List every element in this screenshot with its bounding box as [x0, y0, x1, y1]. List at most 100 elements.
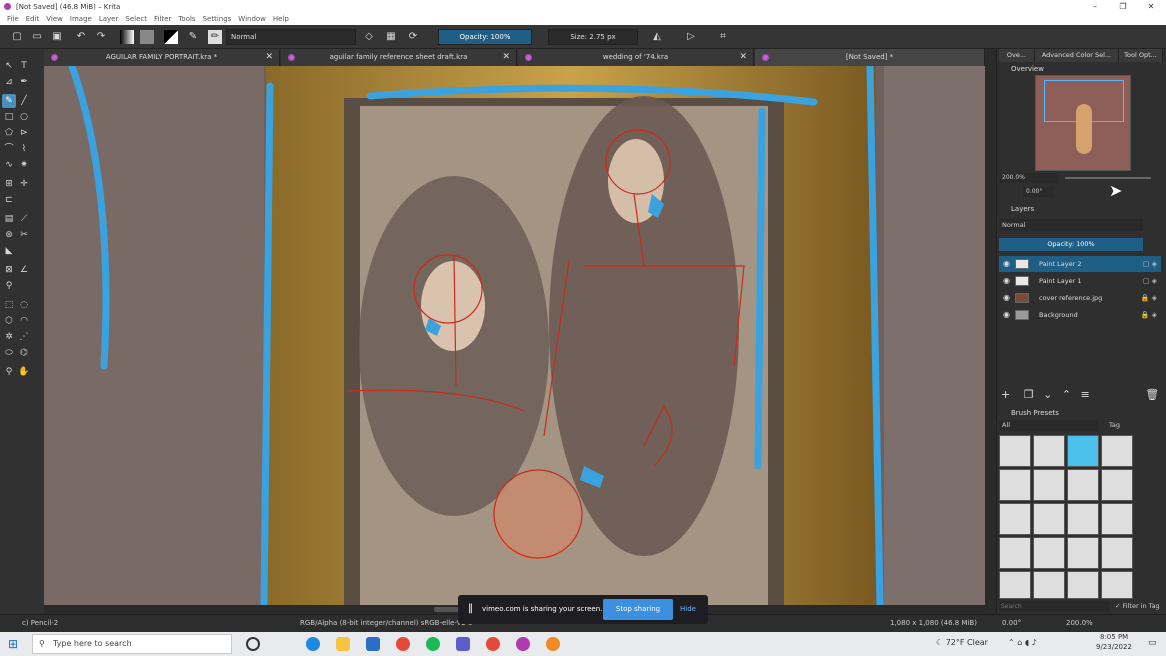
- krita-icon[interactable]: [516, 637, 530, 651]
- wrap-around-icon[interactable]: ⌗: [716, 30, 730, 44]
- menu-help[interactable]: Help: [273, 15, 289, 23]
- polygon-select-icon[interactable]: ⬡: [2, 314, 16, 328]
- close-tab-icon[interactable]: ✕: [502, 49, 510, 66]
- rect-select-icon[interactable]: ⬚: [2, 298, 16, 312]
- minimize-button[interactable]: –: [1080, 0, 1110, 13]
- brush-preset[interactable]: [1033, 537, 1065, 569]
- brush-tag-button[interactable]: Tag: [1109, 420, 1139, 431]
- opacity-slider[interactable]: Opacity: 100%: [438, 29, 532, 45]
- task-view-icon[interactable]: [246, 637, 260, 651]
- menu-edit[interactable]: Edit: [26, 15, 40, 23]
- menu-select[interactable]: Select: [125, 15, 147, 23]
- menu-image[interactable]: Image: [70, 15, 92, 23]
- menu-window[interactable]: Window: [238, 15, 266, 23]
- brush-preset[interactable]: [1101, 435, 1133, 467]
- clock-date[interactable]: 9/23/2022: [1096, 643, 1132, 651]
- layers-opacity-slider[interactable]: Opacity: 100%: [999, 238, 1143, 251]
- clock-time[interactable]: 8:05 PM: [1100, 633, 1128, 641]
- zoom-tool-icon[interactable]: ⚲: [2, 365, 16, 379]
- brush-preset[interactable]: [999, 571, 1031, 599]
- filter-in-tag-checkbox[interactable]: ✓ Filter in Tag: [1115, 602, 1160, 610]
- edge-icon[interactable]: [306, 637, 320, 651]
- visibility-eye-icon[interactable]: ◉: [1003, 307, 1010, 323]
- brush-preset[interactable]: [999, 537, 1031, 569]
- tab-wedding[interactable]: wedding of '74.kra ✕: [518, 49, 754, 66]
- brush-preset[interactable]: [1033, 503, 1065, 535]
- tab-tool-options[interactable]: Tool Opt...: [1119, 49, 1163, 62]
- pan-tool-icon[interactable]: ✋: [17, 365, 31, 379]
- brush-preset[interactable]: [1101, 503, 1133, 535]
- weather-widget[interactable]: ☾ 72°F Clear: [936, 638, 988, 647]
- maximize-button[interactable]: ❐: [1108, 0, 1138, 13]
- brush-preset[interactable]: [1067, 469, 1099, 501]
- polyline-tool-icon[interactable]: ⊳: [17, 126, 31, 140]
- freehand-path-icon[interactable]: ⌇: [17, 142, 31, 156]
- brush-preset[interactable]: [1067, 435, 1099, 467]
- close-tab-icon[interactable]: ✕: [739, 49, 747, 66]
- multibrush-icon[interactable]: ✷: [17, 158, 31, 172]
- magnetic-select-icon[interactable]: ⌬: [17, 346, 31, 360]
- rectangle-tool-icon[interactable]: □: [2, 110, 16, 124]
- eraser-icon[interactable]: ◇: [362, 30, 376, 44]
- ellipse-select-icon[interactable]: ◌: [17, 298, 31, 312]
- blender-icon[interactable]: [546, 637, 560, 651]
- undo-icon[interactable]: ↶: [74, 30, 88, 44]
- color-picker-icon[interactable]: ⟋: [17, 212, 31, 226]
- brush-preset[interactable]: [1101, 469, 1133, 501]
- fg-bg-color-icon[interactable]: [164, 30, 178, 44]
- brush-preset[interactable]: [1067, 503, 1099, 535]
- mirror-vertical-icon[interactable]: ▷: [684, 30, 698, 44]
- contiguous-select-icon[interactable]: ✲: [2, 330, 16, 344]
- layer-flags-icon[interactable]: 🔒 ◈: [1141, 290, 1157, 306]
- redo-icon[interactable]: ↷: [94, 30, 108, 44]
- menu-tools[interactable]: Tools: [178, 15, 195, 23]
- ellipse-tool-icon[interactable]: ○: [17, 110, 31, 124]
- size-slider[interactable]: Size: 2.75 px: [548, 29, 638, 45]
- menu-filter[interactable]: Filter: [154, 15, 171, 23]
- drawing-canvas[interactable]: [44, 66, 985, 605]
- tab-not-saved[interactable]: [Not Saved] *: [755, 49, 985, 66]
- tray-icons[interactable]: ⌃ ⌂ ◖ ♪: [1008, 638, 1037, 647]
- pattern-swatch-icon[interactable]: [140, 30, 154, 44]
- brush-preset[interactable]: [1067, 537, 1099, 569]
- stop-sharing-button[interactable]: Stop sharing: [603, 599, 673, 620]
- tab-reference-sheet[interactable]: aguilar family reference sheet draft.kra…: [281, 49, 517, 66]
- new-document-icon[interactable]: ▢: [10, 30, 24, 44]
- brush-preset[interactable]: [999, 469, 1031, 501]
- layer-row[interactable]: ◉ Paint Layer 1 ▢ ◈: [999, 273, 1161, 289]
- brush-preset[interactable]: [1033, 469, 1065, 501]
- layer-row[interactable]: ◉ Background 🔒 ◈: [999, 307, 1161, 323]
- menu-settings[interactable]: Settings: [203, 15, 232, 23]
- duplicate-layer-icon[interactable]: ❐: [1024, 388, 1034, 401]
- mirror-horizontal-icon[interactable]: ◭: [650, 30, 664, 44]
- layer-flags-icon[interactable]: ▢ ◈: [1143, 273, 1157, 289]
- move-tool-icon[interactable]: ✛: [17, 177, 31, 191]
- brush-editor-icon[interactable]: ✎: [186, 30, 200, 44]
- line-tool-icon[interactable]: ╱: [17, 94, 31, 108]
- polygon-tool-icon[interactable]: ⬠: [2, 126, 16, 140]
- preserve-alpha-icon[interactable]: ▦: [384, 30, 398, 44]
- brush-filter-select[interactable]: All: [999, 420, 1099, 431]
- colorize-mask-icon[interactable]: ⊛: [2, 228, 16, 242]
- edit-shapes-icon[interactable]: ⊿: [2, 75, 16, 89]
- status-rotation[interactable]: 0.00°: [1002, 619, 1021, 627]
- brush-preset[interactable]: [1033, 435, 1065, 467]
- overview-zoom-slider[interactable]: [1065, 177, 1151, 179]
- visibility-eye-icon[interactable]: ◉: [1003, 273, 1010, 289]
- overview-zoom-field[interactable]: 200.0%: [999, 173, 1059, 183]
- calligraphy-icon[interactable]: ✒: [17, 75, 31, 89]
- smart-patch-icon[interactable]: ✂: [17, 228, 31, 242]
- fill-tool-icon[interactable]: ◣: [2, 244, 16, 258]
- brush-preset[interactable]: [1033, 571, 1065, 599]
- visibility-eye-icon[interactable]: ◉: [1003, 290, 1010, 306]
- gradient-swatch-icon[interactable]: [120, 30, 134, 44]
- delete-layer-icon[interactable]: 🗑: [1145, 388, 1159, 401]
- menu-file[interactable]: File: [7, 15, 19, 23]
- spotify-icon[interactable]: [426, 637, 440, 651]
- tab-advanced-color[interactable]: Advanced Color Sel...: [1035, 49, 1119, 62]
- layer-row[interactable]: ◉ Paint Layer 2 ▢ ◈: [999, 256, 1161, 272]
- menu-view[interactable]: View: [46, 15, 63, 23]
- move-layer-down-icon[interactable]: ⌄: [1043, 388, 1052, 401]
- tab-aguilar-portrait[interactable]: AGUILAR FAMILY PORTRAIT.kra * ✕: [44, 49, 280, 66]
- gradient-tool-icon[interactable]: ▤: [2, 212, 16, 226]
